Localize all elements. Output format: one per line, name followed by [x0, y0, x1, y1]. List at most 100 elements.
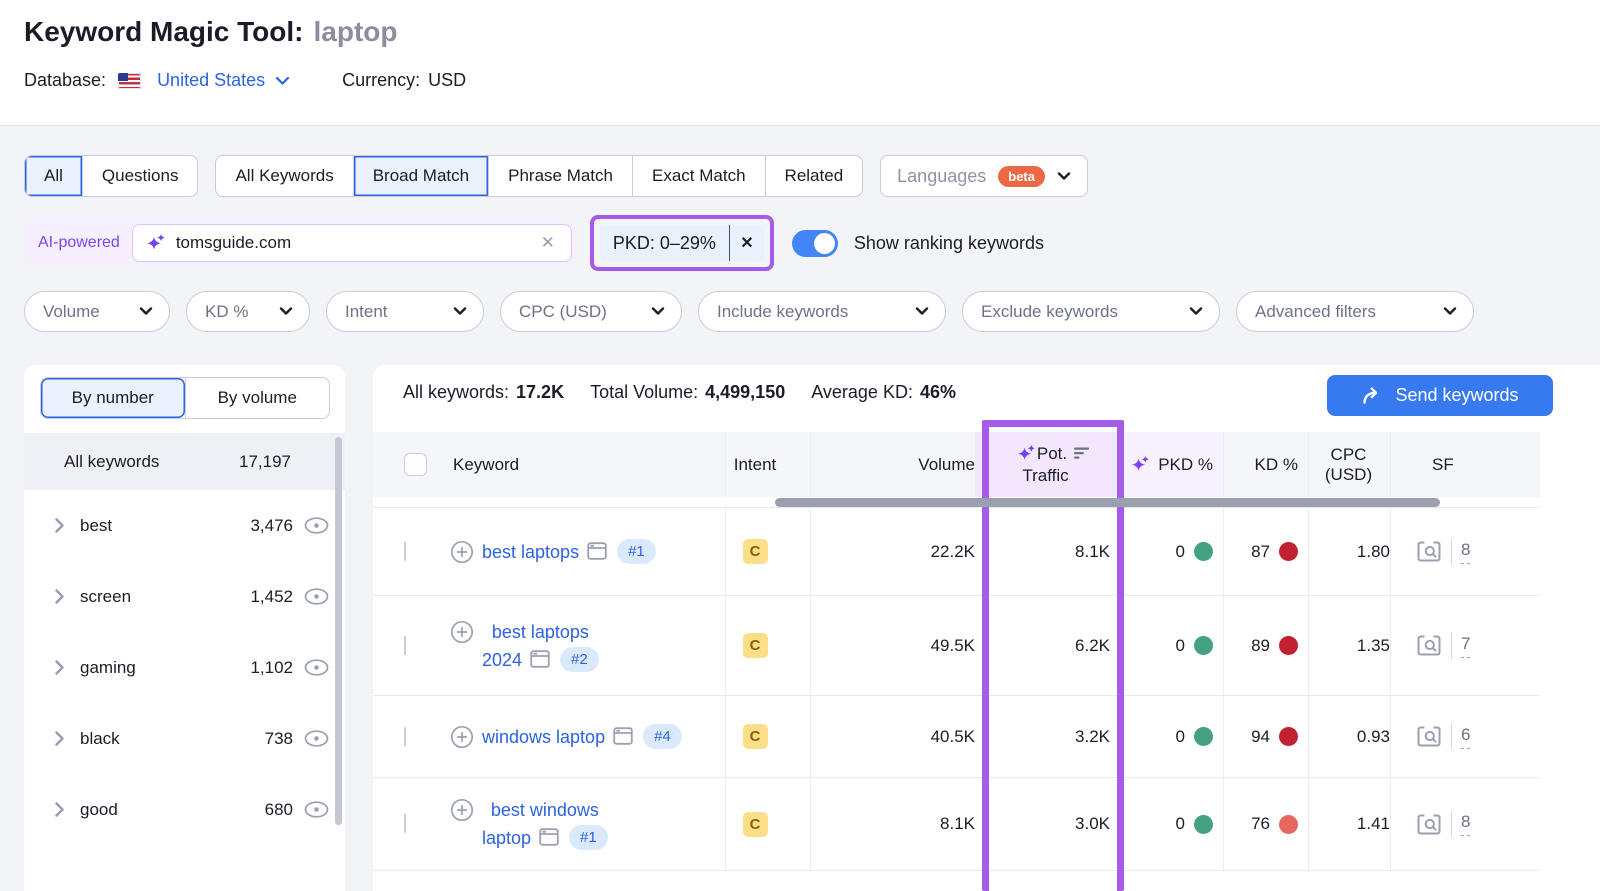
column-pot-traffic[interactable]: Pot. Traffic [975, 432, 1124, 497]
pot-traffic-value: 8.1K [975, 542, 1124, 562]
column-pkd[interactable]: PKD % [1124, 432, 1223, 497]
eye-icon[interactable] [304, 588, 329, 605]
keyword-link[interactable]: best laptops [492, 622, 589, 642]
domain-search-input[interactable]: tomsguide.com ✕ [132, 224, 572, 262]
languages-label: Languages [897, 166, 986, 187]
serp-preview-icon[interactable] [1416, 725, 1442, 748]
sidebar-tab-by-number[interactable]: By number [41, 378, 185, 418]
keyword-group-gaming[interactable]: gaming 1,102 [24, 632, 345, 703]
keyword-link-line2[interactable]: 2024 [482, 650, 522, 670]
sort-icon[interactable] [1074, 447, 1091, 460]
serp-icon[interactable] [587, 542, 607, 560]
row-checkbox[interactable] [404, 814, 406, 833]
sf-value[interactable]: 8 [1461, 540, 1470, 564]
serp-preview-icon[interactable] [1416, 634, 1442, 657]
keyword-group-screen[interactable]: screen 1,452 [24, 561, 345, 632]
tab-related[interactable]: Related [765, 156, 863, 196]
chevron-right-icon[interactable] [54, 588, 65, 605]
expand-plus-icon[interactable] [450, 798, 474, 822]
eye-icon[interactable] [304, 801, 329, 818]
pkd-cell: 0 [1124, 636, 1223, 656]
sf-cell: 7 [1390, 596, 1540, 695]
pkd-dot [1194, 542, 1213, 561]
tab-questions[interactable]: Questions [82, 156, 198, 196]
filter-cpc-usd[interactable]: CPC (USD) [500, 291, 682, 332]
column-volume[interactable]: Volume [810, 432, 975, 497]
column-sf[interactable]: SF [1390, 432, 1540, 497]
pkd-filter-annotation: PKD: 0–29% ✕ [590, 215, 774, 271]
sparkle-icon [1016, 443, 1037, 464]
all-keywords-group[interactable]: All keywords 17,197 [24, 433, 345, 490]
pot-traffic-value: 6.2K [975, 636, 1124, 656]
keyword-group-best[interactable]: best 3,476 [24, 490, 345, 561]
expand-plus-icon[interactable] [450, 725, 474, 749]
database-selector[interactable]: United States [157, 70, 265, 91]
beta-badge: beta [998, 166, 1045, 187]
chevron-right-icon[interactable] [54, 659, 65, 676]
filter-kd[interactable]: KD % [186, 291, 310, 332]
tab-broad-match[interactable]: Broad Match [353, 156, 488, 196]
serp-icon[interactable] [613, 727, 633, 745]
column-intent[interactable]: Intent [725, 432, 810, 497]
keyword-group-black[interactable]: black 738 [24, 703, 345, 774]
keyword-group-good[interactable]: good 680 [24, 774, 345, 845]
sf-value[interactable]: 8 [1461, 812, 1470, 836]
chevron-down-icon [1057, 172, 1071, 181]
remove-filter-icon[interactable]: ✕ [730, 233, 764, 253]
tab-all-keywords[interactable]: All Keywords [216, 156, 352, 196]
keyword-magic-tool-page: Keyword Magic Tool:laptop Database: Unit… [0, 0, 1600, 891]
tab-phrase-match[interactable]: Phrase Match [488, 156, 632, 196]
chevron-right-icon[interactable] [54, 517, 65, 534]
volume-cell: 22.2K [810, 508, 975, 595]
group-label: best [80, 516, 112, 536]
column-keyword[interactable]: Keyword [433, 432, 725, 497]
group-count: 738 [265, 729, 293, 749]
kd-cell: 87 [1223, 508, 1308, 595]
keyword-link[interactable]: windows laptop [482, 727, 605, 747]
column-kd[interactable]: KD % [1223, 432, 1308, 497]
keyword-link[interactable]: best laptops [482, 542, 579, 562]
row-checkbox[interactable] [404, 636, 406, 655]
filter-include-keywords[interactable]: Include keywords [698, 291, 946, 332]
send-keywords-button[interactable]: Send keywords [1327, 375, 1553, 416]
tab-all[interactable]: All [25, 156, 82, 196]
expand-plus-icon[interactable] [450, 540, 474, 564]
pkd-filter-chip[interactable]: PKD: 0–29% ✕ [600, 225, 764, 261]
kd-value: 94 [1251, 727, 1270, 747]
serp-preview-icon[interactable] [1416, 540, 1442, 563]
sidebar-tab-by-volume[interactable]: By volume [185, 378, 330, 418]
eye-icon[interactable] [304, 517, 329, 534]
scope-tab-group: AllQuestions [24, 155, 198, 197]
horizontal-scrollbar[interactable] [775, 498, 1440, 507]
show-ranking-keywords-toggle[interactable] [792, 230, 838, 257]
sidebar-scrollbar[interactable] [335, 437, 342, 825]
serp-icon[interactable] [539, 828, 559, 846]
filter-label: Advanced filters [1255, 302, 1376, 322]
sf-value[interactable]: 6 [1461, 725, 1470, 749]
column-cpc[interactable]: CPC (USD) [1308, 432, 1390, 497]
keyword-link-line2[interactable]: laptop [482, 828, 531, 848]
chevron-right-icon[interactable] [54, 801, 65, 818]
filter-advanced-filters[interactable]: Advanced filters [1236, 291, 1474, 332]
tab-exact-match[interactable]: Exact Match [632, 156, 765, 196]
languages-dropdown[interactable]: Languages beta [880, 155, 1088, 197]
expand-plus-icon[interactable] [450, 620, 474, 644]
chevron-right-icon[interactable] [54, 730, 65, 747]
clear-input-icon[interactable]: ✕ [537, 233, 559, 253]
chevron-down-icon[interactable] [275, 76, 290, 86]
eye-icon[interactable] [304, 659, 329, 676]
keyword-link[interactable]: best windows [491, 800, 599, 820]
filter-volume[interactable]: Volume [24, 291, 170, 332]
kd-value: 87 [1251, 542, 1270, 562]
row-checkbox[interactable] [404, 542, 406, 561]
page-title-query: laptop [314, 16, 398, 47]
eye-icon[interactable] [304, 730, 329, 747]
serp-preview-icon[interactable] [1416, 813, 1442, 836]
match-type-tab-group: All KeywordsBroad MatchPhrase MatchExact… [215, 155, 863, 197]
select-all-checkbox[interactable] [404, 453, 427, 476]
serp-icon[interactable] [530, 650, 550, 668]
filter-exclude-keywords[interactable]: Exclude keywords [962, 291, 1220, 332]
row-checkbox[interactable] [404, 727, 406, 746]
sf-value[interactable]: 7 [1461, 634, 1470, 658]
filter-intent[interactable]: Intent [326, 291, 484, 332]
